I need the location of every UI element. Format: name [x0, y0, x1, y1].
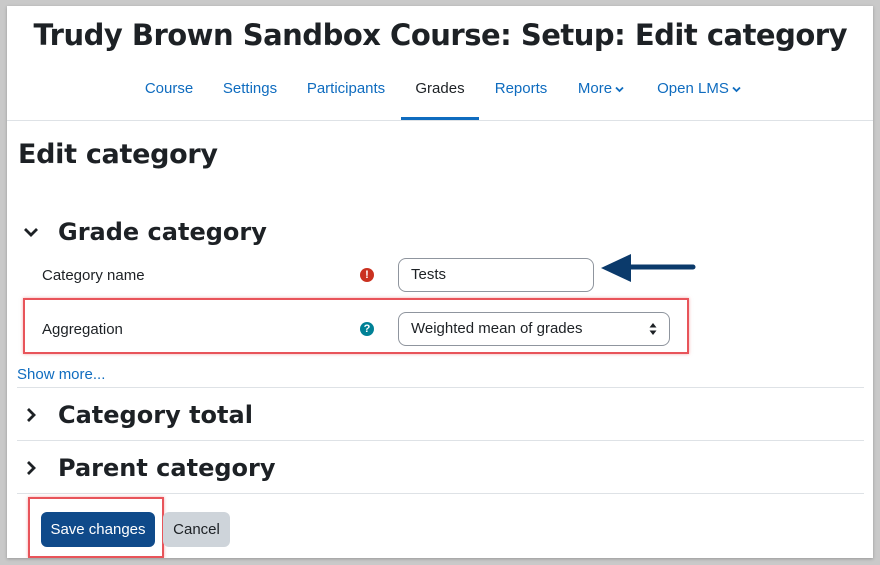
category-name-input[interactable]: Tests [398, 258, 594, 292]
section-title-parent-category: Parent category [58, 454, 276, 482]
section-title-category-total: Category total [58, 401, 253, 429]
chevron-down-icon [615, 68, 624, 110]
tab-settings[interactable]: Settings [217, 68, 283, 120]
course-title: Trudy Brown Sandbox Course: Setup: Edit … [33, 18, 848, 52]
divider [17, 493, 864, 494]
section-parent-category-toggle[interactable]: Parent category [18, 448, 276, 488]
tab-grades[interactable]: Grades [401, 68, 479, 120]
chevron-right-icon [18, 404, 44, 426]
tab-more-label: More [577, 80, 613, 97]
sort-updown-icon [649, 323, 657, 335]
save-changes-button[interactable]: Save changes [41, 512, 155, 547]
help-icon[interactable]: ? [360, 322, 374, 336]
page-frame: Trudy Brown Sandbox Course: Setup: Edit … [7, 6, 873, 558]
aggregation-label: Aggregation [42, 321, 123, 338]
category-name-label: Category name [42, 267, 145, 284]
tab-participants[interactable]: Participants [303, 68, 389, 120]
show-more-link[interactable]: Show more... [17, 366, 105, 383]
required-icon: ! [360, 268, 374, 282]
page-heading: Edit category [18, 139, 218, 170]
chevron-right-icon [18, 457, 44, 479]
aggregation-selected-value: Weighted mean of grades [411, 320, 583, 337]
section-title-grade-category: Grade category [58, 218, 267, 246]
tab-open-lms[interactable]: Open LMS [649, 68, 749, 120]
divider [17, 387, 864, 388]
chevron-down-icon [732, 68, 741, 110]
tab-more[interactable]: More [569, 68, 633, 120]
tab-reports[interactable]: Reports [489, 68, 553, 120]
section-category-total-toggle[interactable]: Category total [18, 395, 253, 435]
course-nav: Course Settings Participants Grades Repo… [7, 68, 873, 121]
chevron-down-icon [18, 221, 44, 243]
divider [17, 440, 864, 441]
annotation-arrow-icon [601, 254, 696, 282]
aggregation-select[interactable]: Weighted mean of grades [398, 312, 670, 346]
cancel-button[interactable]: Cancel [163, 512, 230, 547]
tab-course[interactable]: Course [137, 68, 201, 120]
section-grade-category-toggle[interactable]: Grade category [18, 212, 267, 252]
tab-open-lms-label: Open LMS [657, 80, 729, 97]
